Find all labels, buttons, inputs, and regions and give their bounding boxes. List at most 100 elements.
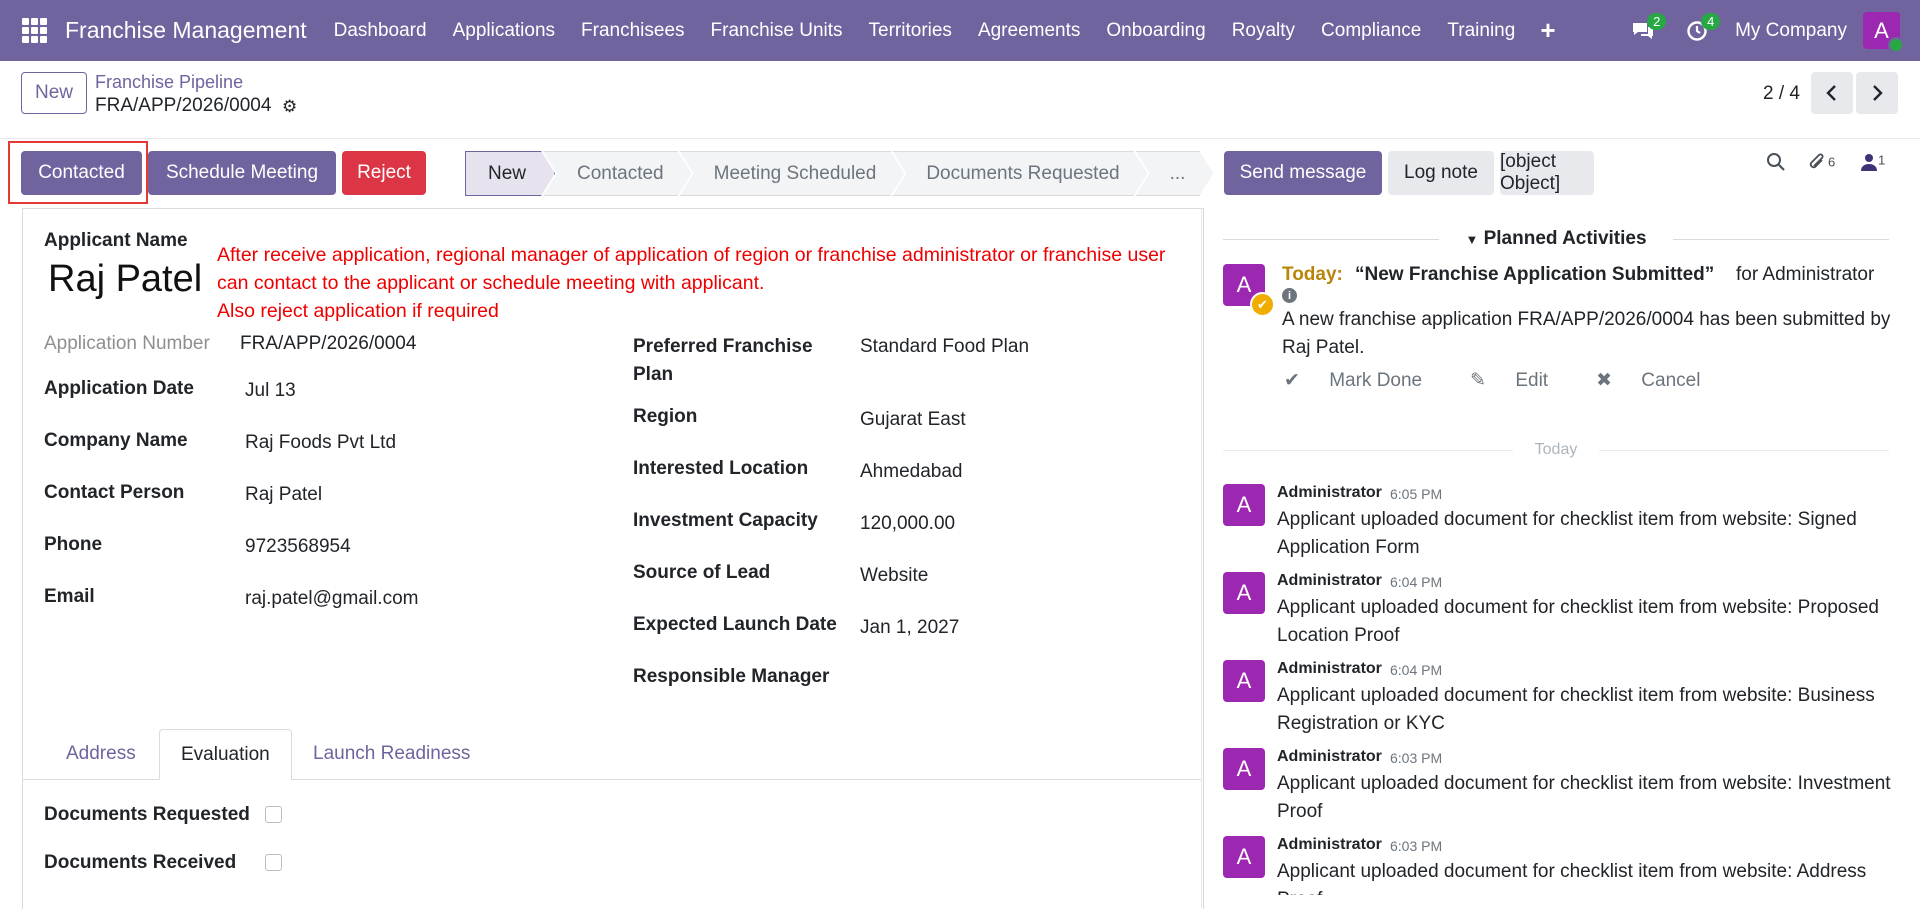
responsible-manager-label: Responsible Manager (633, 666, 830, 687)
nav-training[interactable]: Training (1434, 20, 1528, 42)
application-date-label: Application Date (44, 378, 194, 399)
messages-icon[interactable]: 2 (1623, 11, 1667, 51)
app-brand[interactable]: Franchise Management (65, 17, 307, 44)
chatter-divider (1201, 208, 1202, 908)
documents-received-checkbox[interactable] (265, 854, 282, 871)
message-time: 6:05 PM (1390, 486, 1443, 502)
schedule-meeting-button[interactable]: Schedule Meeting (148, 151, 336, 195)
nav-franchise-units[interactable]: Franchise Units (698, 20, 856, 42)
pager-value[interactable]: 2 / 4 (1763, 83, 1800, 105)
investment-capacity-field[interactable]: 120,000.00 (860, 513, 955, 535)
email-field[interactable]: raj.patel@gmail.com (245, 588, 418, 610)
breadcrumb-franchise-pipeline[interactable]: Franchise Pipeline (95, 72, 243, 93)
check-icon: ✔ (1284, 370, 1300, 391)
application-date-field[interactable]: Jul 13 (245, 380, 296, 402)
contact-person-label: Contact Person (44, 482, 185, 503)
annotation-note: After receive application, regional mana… (217, 241, 1197, 325)
pager-next-button[interactable] (1856, 72, 1898, 114)
nav-onboarding[interactable]: Onboarding (1093, 20, 1218, 42)
message-author[interactable]: Administrator (1277, 572, 1382, 590)
source-of-lead-field[interactable]: Website (860, 565, 928, 587)
message-avatar[interactable]: A (1223, 660, 1265, 702)
stage-meeting-scheduled[interactable]: Meeting Scheduled (680, 151, 905, 196)
activities-count-badge: 4 (1701, 12, 1721, 30)
documents-requested-label: Documents Requested (44, 804, 250, 825)
interested-location-field[interactable]: Ahmedabad (860, 461, 962, 483)
planned-activities-title: Planned Activities (1483, 228, 1647, 249)
tab-evaluation[interactable]: Evaluation (159, 729, 292, 780)
message-time: 6:04 PM (1390, 574, 1443, 590)
message-avatar[interactable]: A (1223, 572, 1265, 614)
today-separator: Today (1223, 441, 1890, 459)
company-name-field[interactable]: Raj Foods Pvt Ltd (245, 432, 396, 454)
stage-contacted[interactable]: Contacted (543, 151, 692, 196)
log-note-button[interactable]: Log note (1388, 151, 1494, 195)
reject-button[interactable]: Reject (342, 151, 426, 195)
new-button[interactable]: New (21, 72, 87, 114)
gear-icon[interactable]: ⚙ (282, 97, 297, 117)
nav-royalty[interactable]: Royalty (1219, 20, 1308, 42)
message-author[interactable]: Administrator (1277, 660, 1382, 678)
region-field[interactable]: Gujarat East (860, 409, 966, 431)
tab-launch-readiness[interactable]: Launch Readiness (292, 729, 491, 779)
tab-address[interactable]: Address (45, 729, 157, 779)
attachments-paperclip-icon[interactable]: 6 (1806, 152, 1835, 180)
pencil-icon: ✎ (1470, 370, 1487, 391)
nav-franchisees[interactable]: Franchisees (568, 20, 698, 42)
company-switcher[interactable]: My Company (1735, 20, 1847, 42)
followers-user-icon[interactable]: 1 (1860, 152, 1885, 178)
cancel-activity-button[interactable]: ✖ Cancel (1596, 369, 1724, 392)
message-body: Applicant uploaded document for checklis… (1277, 773, 1891, 822)
message-author[interactable]: Administrator (1277, 836, 1382, 854)
interested-location-label: Interested Location (633, 458, 809, 479)
pager-previous-button[interactable] (1811, 72, 1853, 114)
responsible-manager-field[interactable] (860, 669, 1160, 693)
mark-done-button[interactable]: ✔ Mark Done (1284, 369, 1446, 392)
nav-add-icon[interactable]: + (1528, 15, 1567, 46)
activities-clock-icon[interactable]: 4 (1677, 11, 1721, 51)
activity-button[interactable]: [object Object] (1500, 151, 1594, 195)
messages-count-badge: 2 (1647, 12, 1667, 30)
search-icon[interactable] (1766, 152, 1786, 178)
record-name: FRA/APP/2026/0004 (95, 95, 272, 116)
applicant-name-label: Applicant Name (44, 230, 188, 251)
nav-applications[interactable]: Applications (440, 20, 568, 42)
planned-activities-header[interactable]: ▼ Planned Activities (1223, 224, 1889, 254)
message-author[interactable]: Administrator (1277, 748, 1382, 766)
message-avatar[interactable]: A (1223, 748, 1265, 790)
info-icon[interactable]: i (1282, 288, 1297, 303)
documents-requested-checkbox[interactable] (265, 806, 282, 823)
phone-label: Phone (44, 534, 103, 555)
email-label: Email (44, 586, 95, 607)
message-time: 6:04 PM (1390, 662, 1443, 678)
nav-dashboard[interactable]: Dashboard (321, 20, 440, 42)
attachments-count: 6 (1828, 154, 1836, 170)
annotation-line-3: Also reject application if required (217, 300, 499, 322)
investment-capacity-label: Investment Capacity (633, 510, 818, 531)
message-avatar[interactable]: A (1223, 836, 1265, 878)
user-avatar[interactable]: A (1863, 12, 1904, 53)
nav-compliance[interactable]: Compliance (1308, 20, 1434, 42)
nav-agreements[interactable]: Agreements (965, 20, 1093, 42)
activity-due-label: Today: (1282, 264, 1343, 285)
message-body: Applicant uploaded document for checklis… (1277, 509, 1857, 558)
message-avatar[interactable]: A (1223, 484, 1265, 526)
stage-new[interactable]: New (465, 151, 555, 196)
phone-field[interactable]: 9723568954 (245, 536, 351, 558)
contacted-button[interactable]: Contacted (21, 151, 142, 195)
expected-launch-date-field[interactable]: Jan 1, 2027 (860, 617, 959, 639)
stage-statusbar: New Contacted Meeting Scheduled Document… (465, 151, 1201, 194)
apps-grid-icon[interactable] (22, 18, 47, 43)
applicant-name-field[interactable]: Raj Patel (48, 258, 202, 301)
preferred-franchise-plan-field[interactable]: Standard Food Plan (860, 336, 1029, 358)
send-message-button[interactable]: Send message (1224, 151, 1382, 195)
message-author[interactable]: Administrator (1277, 484, 1382, 502)
expected-launch-date-label: Expected Launch Date (633, 614, 837, 635)
edit-activity-button[interactable]: ✎ Edit (1470, 369, 1572, 392)
activity-title: “New Franchise Application Submitted” (1355, 264, 1715, 285)
today-separator-label: Today (1534, 441, 1578, 458)
contact-person-field[interactable]: Raj Patel (245, 484, 322, 506)
stage-documents-requested[interactable]: Documents Requested (892, 151, 1147, 196)
chevron-right-icon (1873, 85, 1883, 101)
nav-territories[interactable]: Territories (856, 20, 965, 42)
